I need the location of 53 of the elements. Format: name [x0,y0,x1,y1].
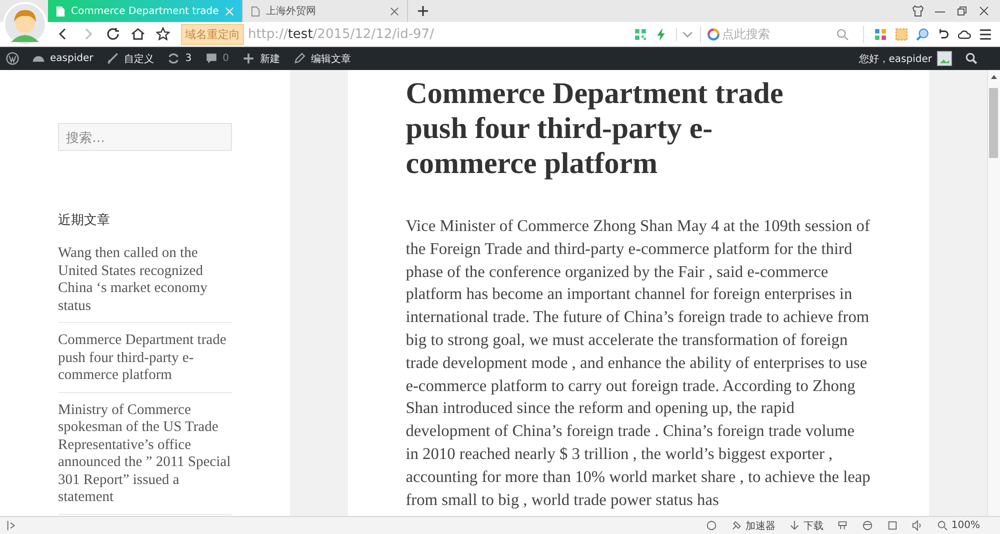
widget-heading: 近期文章 [58,212,111,229]
admin-bar-item[interactable]: 新建 [242,52,280,66]
apps-icon[interactable] [874,28,887,40]
wordpress-icon[interactable] [6,52,19,65]
chevron-down-icon[interactable] [676,28,694,40]
browser-icon[interactable] [862,520,874,531]
page-icon [250,6,260,16]
download-button[interactable]: 下载 [789,518,824,532]
reload-icon[interactable] [106,27,120,41]
close-icon[interactable] [978,5,990,17]
admin-bar-item[interactable]: easpider [32,52,94,65]
admin-bar-item[interactable]: 0 [204,52,229,65]
recent-post-link[interactable]: Wang then called on the United States recognized China ‘s market economy status [58,245,232,323]
account-menu[interactable]: 您好，easpider [858,51,952,66]
admin-bar-item[interactable]: 编辑文章 [292,52,351,66]
magnifier-icon[interactable] [916,28,929,40]
scrollbar[interactable] [987,70,1000,516]
page-icon [56,6,65,16]
search-icon[interactable] [965,52,978,65]
admin-bar-item[interactable]: 3 [167,52,192,65]
download-icon [789,520,800,531]
cloud-icon[interactable] [958,28,971,40]
search-icon [937,520,948,531]
star-icon[interactable] [156,27,170,41]
article-title: Commerce Department trade push four third-party e-commerce platform [406,76,784,181]
speaker-icon[interactable] [912,520,924,531]
shirt-icon[interactable] [912,5,924,17]
search-engine-icon [707,28,720,40]
new-tab-icon[interactable] [418,6,428,16]
article-paragraph: Vice Minister of Commerce Zhong Shan May 4 at the 109th session of the Foreign Trade and third-party e-commerce platform for the third phase of the conference organized by the Fair , said e-commerce platform has become an important channel for foreign enterprises in international trade. The future of China’s foreign trade to achieve from big to strong goal, we must accelerate the transformation of foreign trade development mode , and enhance the ability of enterprises to use e-commerce platform to carry out foreign trade. According to Zhong Shan introduced since the reform and opening up, the rapid development of China’s foreign trade . China’s foreign trade volume in 2010 reached nearly $ 3 trillion , the world’s biggest exporter , accounting for more than 10% world market share , to achieve the leap from small to big , world trade power status has [406,215,872,511]
recent-post-link[interactable]: Commerce Department trade push four third-party e-commerce platform [58,332,232,392]
admin-bar-item[interactable]: 自定义 [106,52,154,66]
url-field[interactable]: http://test/2015/12/12/id-97/ [248,26,634,42]
avatar-icon[interactable] [3,2,47,46]
comment-icon [204,52,218,65]
recent-post-link[interactable]: Ministry of Commerce spokesman of the US Trade Representative’s office announced the ” 2011 Special 301 Report” issued a statement [58,402,232,514]
zoom-button[interactable]: 100% [937,520,980,531]
home-icon[interactable] [131,27,145,41]
close-icon[interactable] [390,6,399,16]
arrow-up-icon[interactable] [990,74,998,80]
window-icon[interactable] [887,520,898,531]
browser-tab[interactable]: 上海外贸网 [242,0,408,22]
brush-icon [106,52,120,65]
accelerator-button[interactable]: 加速器 [731,518,776,532]
sidebar-toggle-icon[interactable] [6,520,17,531]
avatar-icon [937,51,952,66]
refresh-icon [167,52,180,65]
restore-icon[interactable] [956,5,968,17]
plus-icon [242,52,255,65]
pencil-icon [292,52,306,65]
undo-icon[interactable] [937,28,950,40]
scrollbar-thumb[interactable] [989,88,998,158]
menu-icon[interactable] [979,28,992,40]
